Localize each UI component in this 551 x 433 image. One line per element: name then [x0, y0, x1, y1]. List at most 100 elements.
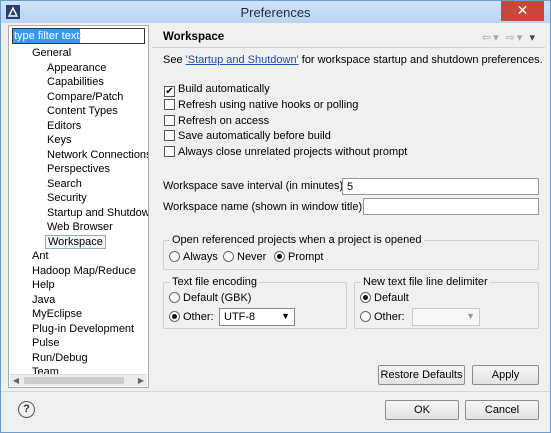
- tree-item-label: Capabilities: [47, 76, 104, 88]
- checkbox-box[interactable]: ✔: [164, 86, 175, 97]
- title-bar[interactable]: Preferences ✕: [1, 1, 550, 23]
- ok-button[interactable]: OK: [385, 400, 459, 420]
- tree-item-label: MyEclipse: [32, 308, 83, 320]
- tree-item-label: Perspectives: [47, 163, 110, 175]
- save-before-build-checkbox[interactable]: Save automatically before build: [164, 130, 331, 144]
- horizontal-scrollbar[interactable]: ◀ ▶: [10, 374, 147, 386]
- tree-item-label: Workspace: [45, 234, 106, 249]
- page-title: Workspace: [163, 31, 225, 43]
- tree-item[interactable]: Network Connections: [9, 148, 148, 163]
- checkbox-box[interactable]: [164, 146, 175, 157]
- radio-button[interactable]: [360, 311, 371, 322]
- tree-item-label: Java: [32, 293, 56, 306]
- view-menu-icon[interactable]: ▾: [529, 32, 537, 44]
- build-automatically-checkbox[interactable]: ✔ Build automatically: [164, 83, 270, 97]
- tree-category[interactable]: Plug-in Development: [9, 322, 148, 337]
- radio-label: Never: [237, 251, 267, 263]
- filter-text-selection: type filter text: [13, 29, 81, 43]
- tree-category[interactable]: MyEclipse: [9, 307, 148, 322]
- preferences-window: Preferences ✕ type filter text General Ap…: [0, 0, 551, 433]
- restore-defaults-button[interactable]: Restore Defaults: [378, 365, 465, 385]
- save-interval-input[interactable]: [342, 178, 539, 195]
- delimiter-select[interactable]: ▼: [412, 308, 480, 326]
- preference-tree-panel: type filter text General Appearance Capabi…: [8, 25, 149, 388]
- tree-item-label: Content Types: [47, 105, 118, 117]
- encoding-value: UTF-8: [224, 311, 256, 323]
- tree-category[interactable]: Team: [9, 365, 148, 374]
- tree-item-label: Compare/Patch: [47, 90, 124, 103]
- tree-item[interactable]: Compare/Patch: [9, 90, 148, 105]
- tree-item-label: Hadoop Map/Reduce: [32, 264, 136, 277]
- radio-button[interactable]: [360, 292, 371, 303]
- radio-button[interactable]: [169, 292, 180, 303]
- tree-item-label: Appearance: [47, 61, 107, 74]
- tree-category[interactable]: Hadoop Map/Reduce: [9, 264, 148, 279]
- window-title: Preferences: [240, 5, 311, 20]
- tree-category[interactable]: Ant: [9, 249, 148, 264]
- open-referenced-group: Open referenced projects when a project …: [163, 234, 539, 270]
- checkbox-box[interactable]: [164, 130, 175, 141]
- tree-item[interactable]: Content Types: [9, 104, 148, 119]
- scrollbar-thumb[interactable]: [24, 377, 124, 384]
- page-nav: ⇦▾ ⇨▾ ▾: [482, 31, 537, 44]
- other-delimiter-radio[interactable]: Other:: [360, 311, 405, 323]
- tree-item-label: Network Connections: [47, 148, 148, 161]
- back-icon[interactable]: ⇦: [482, 32, 493, 44]
- refresh-native-hooks-checkbox[interactable]: Refresh using native hooks or polling: [164, 99, 358, 113]
- radio-button[interactable]: [169, 311, 180, 322]
- tree-item-label: Team: [32, 366, 59, 374]
- default-encoding-radio[interactable]: Default (GBK): [169, 292, 251, 304]
- back-menu-icon[interactable]: ▾: [493, 32, 501, 44]
- tree-item[interactable]: Web Browser: [9, 220, 148, 235]
- tree-item[interactable]: Keys: [9, 133, 148, 148]
- checkbox-label: Always close unrelated projects without …: [178, 146, 408, 158]
- tree-item[interactable]: Capabilities: [9, 75, 148, 90]
- tree-item[interactable]: Editors: [9, 119, 148, 134]
- text-encoding-group: Text file encoding Default (GBK) Other: …: [163, 276, 347, 329]
- prompt-radio[interactable]: Prompt: [274, 251, 323, 263]
- default-delimiter-radio[interactable]: Default: [360, 292, 409, 304]
- radio-button[interactable]: [169, 251, 180, 262]
- help-icon[interactable]: ?: [18, 401, 35, 418]
- tree-category[interactable]: Java: [9, 293, 148, 308]
- tree-category[interactable]: Run/Debug: [9, 351, 148, 366]
- tree-category[interactable]: Help: [9, 278, 148, 293]
- radio-button[interactable]: [274, 251, 285, 262]
- scroll-left-icon[interactable]: ◀: [10, 375, 22, 386]
- forward-menu-icon[interactable]: ▾: [517, 32, 525, 44]
- save-interval-label: Workspace save interval (in minutes):: [163, 180, 347, 192]
- other-encoding-radio[interactable]: Other:: [169, 311, 214, 323]
- tree-category[interactable]: General: [9, 46, 148, 61]
- chevron-down-icon: ▼: [281, 311, 290, 321]
- radio-label: Default (GBK): [183, 292, 252, 304]
- close-unrelated-projects-checkbox[interactable]: Always close unrelated projects without …: [164, 146, 407, 160]
- forward-icon[interactable]: ⇨: [506, 32, 517, 44]
- close-button[interactable]: ✕: [501, 1, 544, 21]
- preference-tree: General Appearance Capabilities Compare/Pat…: [9, 46, 148, 374]
- tree-item[interactable]: Perspectives: [9, 162, 148, 177]
- encoding-select[interactable]: UTF-8 ▼: [219, 308, 295, 326]
- refresh-on-access-checkbox[interactable]: Refresh on access: [164, 115, 269, 129]
- checkbox-box[interactable]: [164, 115, 175, 126]
- apply-button[interactable]: Apply: [472, 365, 539, 385]
- scroll-right-icon[interactable]: ▶: [135, 375, 147, 386]
- tree-item[interactable]: Workspace: [9, 234, 148, 250]
- radio-button[interactable]: [223, 251, 234, 262]
- startup-shutdown-link[interactable]: 'Startup and Shutdown': [186, 54, 299, 66]
- tree-item[interactable]: Startup and Shutdown: [9, 206, 148, 221]
- checkbox-box[interactable]: [164, 99, 175, 110]
- header-divider: [152, 47, 545, 48]
- never-radio[interactable]: Never: [223, 251, 266, 263]
- tree-item-label: Help: [32, 279, 55, 291]
- cancel-button[interactable]: Cancel: [465, 400, 539, 420]
- tree-category[interactable]: Pulse: [9, 336, 148, 351]
- preference-page: Workspace ⇦▾ ⇨▾ ▾ See 'Startup and Shutd…: [152, 25, 545, 388]
- always-radio[interactable]: Always: [169, 251, 218, 263]
- workspace-name-input[interactable]: [363, 198, 539, 215]
- tree-item-label: General: [32, 47, 72, 59]
- tree-item-label: Plug-in Development: [32, 322, 135, 335]
- tree-item[interactable]: Security: [9, 191, 148, 206]
- tree-item[interactable]: Search: [9, 177, 148, 192]
- tree-item[interactable]: Appearance: [9, 61, 148, 76]
- line-delimiter-group: New text file line delimiter Default Oth…: [354, 276, 539, 329]
